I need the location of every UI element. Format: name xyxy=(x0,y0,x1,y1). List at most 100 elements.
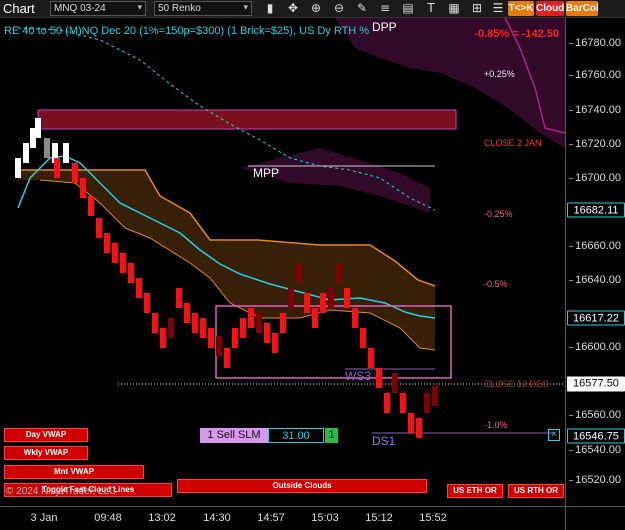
renko-brick xyxy=(224,348,230,368)
renko-brick xyxy=(392,373,398,393)
pnl-display: -0.85% = -142.50 xyxy=(474,28,559,40)
price-tick: 16660.00 xyxy=(569,240,621,252)
pct-minus-1: -1.0% xyxy=(484,420,508,430)
zoom-in-icon[interactable]: ⊕ xyxy=(309,1,323,16)
order-quantity[interactable]: 1 xyxy=(325,428,338,443)
axis-corner xyxy=(565,506,625,530)
time-tick: 15:12 xyxy=(365,512,393,524)
properties-icon[interactable]: ☰ xyxy=(491,1,505,16)
renko-brick xyxy=(72,163,78,183)
renko-brick xyxy=(152,313,158,333)
price-marker-cloud: 16682.11 xyxy=(567,202,625,218)
price-tick: 16640.00 xyxy=(569,274,621,286)
pct-plus-025: +0.25% xyxy=(484,69,515,79)
chevron-down-icon: ▾ xyxy=(243,2,248,12)
renko-brick xyxy=(408,413,414,433)
wkly-vwap-button[interactable]: Wkly VWAP xyxy=(4,446,88,460)
cloud-button[interactable]: Cloud xyxy=(536,1,564,16)
renko-brick xyxy=(15,158,21,178)
renko-brick xyxy=(336,263,342,283)
price-tick: 16520.00 xyxy=(569,474,621,486)
text-tool-icon[interactable]: T xyxy=(424,1,438,16)
price-marker-vwap: 16617.22 xyxy=(567,310,625,326)
renko-brick xyxy=(424,393,430,413)
pct-minus-025: -0.25% xyxy=(484,209,513,219)
renko-brick xyxy=(280,313,286,333)
layers-icon[interactable]: ▤ xyxy=(401,1,415,16)
renko-brick xyxy=(256,313,262,333)
renko-brick xyxy=(400,393,406,413)
renko-brick xyxy=(416,418,422,438)
renko-brick xyxy=(272,333,278,353)
instrument-value: MNQ 03-24 xyxy=(54,3,106,14)
bar-type-value: 50 Renko xyxy=(158,3,201,14)
templates-icon[interactable]: ▦ xyxy=(447,1,461,16)
tkk-button[interactable]: T<>K xyxy=(508,1,534,16)
time-tick: 14:57 xyxy=(257,512,285,524)
bars-icon[interactable]: ▮ xyxy=(263,1,277,16)
renko-brick xyxy=(304,293,310,313)
renko-brick xyxy=(200,318,206,338)
order-price[interactable]: 31.00 xyxy=(268,428,324,443)
barcol-button[interactable]: BarCol xyxy=(566,1,599,16)
renko-brick xyxy=(208,328,214,348)
lines-icon[interactable]: ≡ xyxy=(378,1,392,16)
renko-brick xyxy=(96,218,102,238)
copyright-text: © 2024 NinjaTrader, LLC xyxy=(6,486,117,497)
price-tick: 16540.00 xyxy=(569,444,621,456)
zoom-out-icon[interactable]: ⊖ xyxy=(332,1,346,16)
bar-type-selector[interactable]: 50 Renko ▾ xyxy=(154,1,252,16)
renko-brick xyxy=(232,328,238,348)
resistance-zone xyxy=(37,109,457,130)
draw-tool-icon[interactable]: ✎ xyxy=(355,1,369,16)
renko-brick xyxy=(320,293,326,313)
renko-brick xyxy=(376,368,382,388)
price-tick: 16740.00 xyxy=(569,104,621,116)
indicators-icon[interactable]: ⊞ xyxy=(470,1,484,16)
time-axis[interactable]: 3 Jan 09:48 13:02 14:30 14:57 15:03 15:1… xyxy=(0,506,565,530)
dpp-label: DPP xyxy=(372,20,397,34)
chart-panel[interactable]: RE 40 to 50 (M)NQ Dec 20 (1%=150p=$300) … xyxy=(0,18,565,506)
renko-brick xyxy=(136,278,142,298)
cursor-icon[interactable]: ✥ xyxy=(286,1,300,16)
renko-brick xyxy=(63,143,69,163)
renko-brick xyxy=(104,233,110,253)
renko-brick xyxy=(88,196,94,216)
renko-brick xyxy=(168,318,174,338)
us-eth-or-button[interactable]: US ETH OR xyxy=(447,484,503,498)
order-price-marker: 16546.75 xyxy=(567,428,625,444)
renko-brick xyxy=(352,308,358,328)
renko-brick xyxy=(35,118,41,138)
renko-brick xyxy=(176,288,182,308)
order-label[interactable]: 1 Sell SLM xyxy=(200,428,268,443)
renko-brick xyxy=(23,143,29,163)
renko-brick xyxy=(288,288,294,308)
last-price-marker: 16577.50 xyxy=(567,376,625,392)
renko-brick xyxy=(160,328,166,348)
toolbar: Chart MNQ 03-24 ▾ 50 Renko ▾ ▮ ✥ ⊕ ⊖ ✎ ≡… xyxy=(0,0,625,18)
price-axis[interactable]: 16780.00 16760.00 16740.00 16720.00 1670… xyxy=(565,18,625,506)
price-tick: 16720.00 xyxy=(569,138,621,150)
us-rth-or-button[interactable]: US RTH OR xyxy=(508,484,564,498)
renko-brick xyxy=(328,288,334,308)
time-tick: 09:48 xyxy=(94,512,122,524)
renko-brick xyxy=(264,323,270,343)
instrument-selector[interactable]: MNQ 03-24 ▾ xyxy=(50,1,146,16)
pct-minus-05: -0.5% xyxy=(484,279,508,289)
close-2-jan-label: CLOSE 2 JAN xyxy=(484,138,542,148)
renko-brick xyxy=(184,303,190,323)
mnt-vwap-button[interactable]: Mnt VWAP xyxy=(4,465,144,479)
renko-brick xyxy=(312,308,318,328)
price-tick: 16560.00 xyxy=(569,409,621,421)
time-tick: 15:03 xyxy=(311,512,339,524)
close-icon[interactable]: × xyxy=(548,429,560,441)
renko-brick xyxy=(384,393,390,413)
renko-brick xyxy=(192,313,198,333)
price-tick: 16780.00 xyxy=(569,37,621,49)
renko-brick xyxy=(80,178,86,198)
price-tick: 16700.00 xyxy=(569,172,621,184)
mpp-label: MPP xyxy=(253,166,280,180)
day-vwap-button[interactable]: Day VWAP xyxy=(4,428,88,442)
outside-clouds-button[interactable]: Outside Clouds xyxy=(177,479,427,493)
window-title: Chart xyxy=(3,1,35,16)
